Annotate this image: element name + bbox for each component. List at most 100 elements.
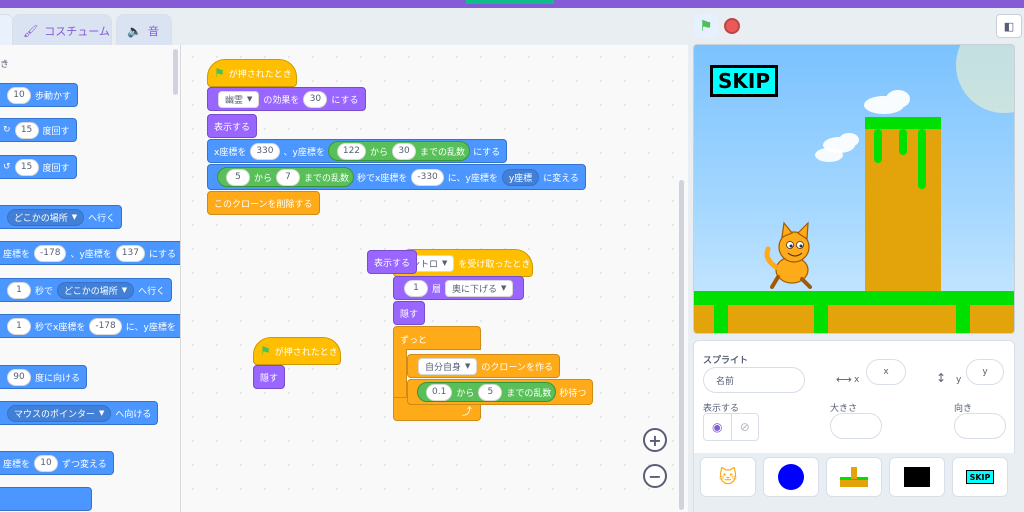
zoom-in-button[interactable]: + (643, 428, 667, 452)
partial-motion-block[interactable] (0, 487, 92, 511)
create-clone-block[interactable]: 自分自身 ▼ のクローンを作る (407, 354, 560, 378)
delete-clone-block[interactable]: このクローンを削除する (207, 191, 320, 215)
y-position-input[interactable]: y (966, 359, 1004, 385)
target-dropdown[interactable]: マウスのポインター ▼ (7, 404, 112, 422)
change-x-block[interactable]: 座標を 10 ずつ変える (0, 451, 114, 475)
clone-target-dropdown[interactable]: 自分自身 ▼ (418, 357, 478, 375)
goto-xy-block[interactable]: 座標を -178 、y座標を 137 にする (0, 241, 180, 265)
turn-left-block[interactable]: ↺ 15 度回す (0, 155, 77, 179)
speaker-icon: 🔈 (127, 23, 142, 38)
go-back-layers-block[interactable]: 1 層 奥に下げる ▼ (393, 276, 525, 300)
goto-xy-block[interactable]: x座標を 330 、y座標を 122 から 30 までの乱数 にする (207, 139, 508, 163)
move-steps-block[interactable]: 10 歩動かす (0, 83, 79, 107)
hide-block[interactable]: 隠す (393, 301, 426, 325)
layer-direction-dropdown[interactable]: 奥に下げる ▼ (445, 279, 514, 297)
visibility-toggle: ◉ ⊘ (703, 413, 759, 441)
target-dropdown[interactable]: どこかの場所 ▼ (7, 208, 85, 226)
point-towards-block[interactable]: マウスのポインター ▼ へ向ける (0, 401, 159, 425)
x-input[interactable]: -330 (411, 168, 444, 186)
hide-block[interactable]: 隠す (253, 365, 286, 389)
effect-input[interactable]: 30 (303, 90, 328, 108)
point-direction-block[interactable]: 90 度に向ける (0, 365, 88, 389)
palette-category-label: き (0, 60, 10, 70)
block-text: ずっと (400, 336, 428, 346)
code-workspace[interactable]: ⚑ が押されたとき 幽霊 ▼ の効果を 30 にする 表示する x座標を 330 … (181, 45, 688, 512)
turn-right-block[interactable]: ↻ 15 度回す (0, 118, 77, 142)
grass-drip (814, 303, 828, 333)
platform-icon (840, 467, 868, 487)
sprite-thumb-skip[interactable]: SKIP (952, 457, 1008, 497)
eye-icon: ◉ (712, 420, 723, 434)
block-text: 秒で (35, 286, 54, 297)
change-input[interactable]: 10 (34, 454, 59, 472)
glide-to-place-block[interactable]: 1 秒で どこかの場所 ▼ へ行く (0, 278, 173, 302)
block-text: 、y座標を (283, 147, 325, 158)
zoom-out-button[interactable]: − (643, 464, 667, 488)
green-flag-icon: ⚑ (699, 17, 713, 35)
target-dropdown[interactable]: どこかの場所 ▼ (57, 281, 135, 299)
block-text: にする (148, 249, 177, 260)
stage[interactable]: SKIP (693, 44, 1015, 334)
show-sprite-button[interactable]: ◉ (704, 414, 731, 440)
y-input[interactable]: 137 (115, 244, 145, 262)
direction-input[interactable] (954, 413, 1006, 439)
degrees-input[interactable]: 15 (14, 121, 39, 139)
set-effect-block[interactable]: 幽霊 ▼ の効果を 30 にする (207, 87, 366, 111)
goto-place-block[interactable]: どこかの場所 ▼ へ行く (0, 205, 123, 229)
show-block[interactable]: 表示する (207, 114, 258, 138)
secs-input[interactable]: 1 (7, 317, 31, 335)
sprite-name-input[interactable]: 名前 (703, 367, 805, 393)
effect-dropdown[interactable]: 幽霊 ▼ (218, 90, 260, 108)
layers-input[interactable]: 1 (404, 279, 428, 297)
y-arrows-icon: ↕ (936, 371, 947, 385)
stop-button[interactable] (724, 18, 740, 34)
y-position-reporter[interactable]: y座標 (501, 168, 540, 186)
workspace-scrollbar[interactable] (679, 180, 684, 510)
grass-drip (956, 303, 970, 333)
forever-block[interactable]: ずっと (393, 326, 481, 350)
random-to-input[interactable]: 5 (478, 383, 503, 401)
size-input[interactable] (830, 413, 882, 439)
skip-button-sprite[interactable]: SKIP (710, 65, 778, 97)
hide-sprite-button[interactable]: ⊘ (730, 414, 759, 440)
sprite-thumb-circle[interactable] (763, 457, 819, 497)
floating-show-block[interactable]: 表示する (367, 250, 418, 274)
sprite-thumb-dark[interactable] (889, 457, 945, 497)
tab-costumes-label: コスチューム (44, 24, 110, 38)
block-text: へ行く (88, 213, 116, 224)
random-from-input[interactable]: 122 (336, 142, 367, 160)
skip-thumb-label: SKIP (966, 470, 994, 484)
pick-random-reporter[interactable]: 0.1 から 5 までの乱数 (417, 382, 557, 402)
random-to-input[interactable]: 7 (276, 168, 301, 186)
random-from-input[interactable]: 5 (226, 168, 250, 186)
x-arrows-icon: ⟷ (836, 373, 852, 386)
green-flag-button[interactable]: ⚑ (694, 14, 718, 38)
block-text: にする (331, 95, 359, 106)
palette-scrollbar[interactable] (173, 49, 178, 95)
x-position-input[interactable]: x (866, 359, 906, 385)
x-input[interactable]: -178 (89, 317, 122, 335)
pick-random-reporter[interactable]: 5 から 7 までの乱数 (217, 167, 355, 187)
x-input[interactable]: -178 (34, 244, 67, 262)
tab-costumes[interactable]: 🖌 コスチューム (12, 14, 112, 46)
block-text: までの乱数 (304, 173, 350, 184)
sprite-thumb-platform[interactable] (826, 457, 882, 497)
sprite-info-panel: スプライト 名前 ⟷ x x ↕ y y 表示する ◉ ⊘ 大きさ 向き 🐱 S… (693, 340, 1016, 512)
steps-input[interactable]: 10 (7, 86, 31, 104)
sprite-thumb-cat[interactable]: 🐱 (700, 457, 756, 497)
stage-layout-button[interactable]: ◧ (996, 14, 1022, 38)
when-flag-clicked-hat[interactable]: ⚑ が押されたとき (207, 59, 297, 87)
tab-sounds[interactable]: 🔈 音 (116, 14, 172, 46)
degrees-input[interactable]: 15 (14, 158, 39, 176)
x-input[interactable]: 330 (250, 142, 280, 160)
random-from-input[interactable]: 0.1 (426, 383, 453, 401)
wait-block[interactable]: 0.1 から 5 までの乱数 秒待つ (407, 379, 594, 405)
glide-to-xy-block[interactable]: 1 秒でx座標を -178 に、y座標を (0, 314, 180, 338)
direction-input[interactable]: 90 (7, 368, 31, 386)
loop-arrow-icon: ⤴ (462, 407, 472, 418)
secs-input[interactable]: 1 (7, 281, 31, 299)
glide-to-xy-block[interactable]: 5 から 7 までの乱数 秒でx座標を -330 に、y座標を y座標 に変える (207, 164, 586, 190)
pick-random-reporter[interactable]: 122 から 30 までの乱数 (327, 141, 471, 161)
when-flag-clicked-hat[interactable]: ⚑ が押されたとき (253, 337, 341, 365)
random-to-input[interactable]: 30 (392, 142, 417, 160)
